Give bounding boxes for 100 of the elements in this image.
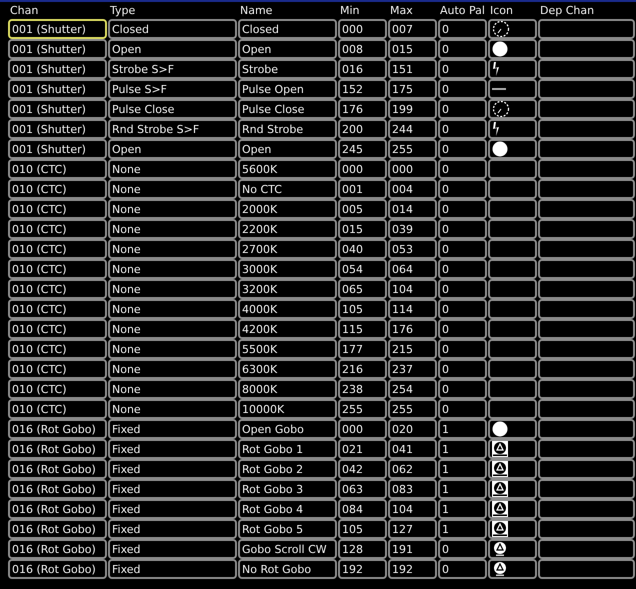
table-cell[interactable]: 199 [388, 99, 437, 119]
table-cell[interactable]: 010 (CTC) [8, 179, 107, 199]
table-cell[interactable]: 016 (Rot Gobo) [8, 499, 107, 519]
table-cell[interactable]: 001 (Shutter) [8, 119, 107, 139]
table-cell[interactable]: 0 [438, 199, 487, 219]
table-cell[interactable]: 244 [388, 119, 437, 139]
icon-cell[interactable] [488, 139, 537, 159]
table-cell[interactable] [538, 359, 635, 379]
table-cell[interactable]: 000 [338, 419, 387, 439]
table-cell[interactable]: 040 [338, 239, 387, 259]
table-cell[interactable]: 115 [338, 319, 387, 339]
table-cell[interactable]: 0 [438, 39, 487, 59]
icon-cell[interactable] [488, 419, 537, 439]
table-cell[interactable]: 016 (Rot Gobo) [8, 519, 107, 539]
table-cell[interactable]: Open [238, 139, 337, 159]
table-cell[interactable]: 016 (Rot Gobo) [8, 479, 107, 499]
table-cell[interactable]: 176 [388, 319, 437, 339]
table-cell[interactable]: None [108, 199, 237, 219]
icon-cell[interactable] [488, 519, 537, 539]
table-cell[interactable]: 10000K [238, 399, 337, 419]
table-cell[interactable] [538, 79, 635, 99]
table-cell[interactable] [538, 559, 635, 579]
table-cell[interactable]: None [108, 279, 237, 299]
table-cell[interactable]: 062 [388, 459, 437, 479]
table-cell[interactable]: 191 [388, 539, 437, 559]
table-cell[interactable]: 2000K [238, 199, 337, 219]
table-cell[interactable]: 216 [338, 359, 387, 379]
table-cell[interactable]: None [108, 379, 237, 399]
table-cell[interactable]: 016 (Rot Gobo) [8, 419, 107, 439]
table-cell[interactable]: 0 [438, 339, 487, 359]
table-cell[interactable]: None [108, 239, 237, 259]
table-cell[interactable]: 010 (CTC) [8, 299, 107, 319]
table-cell[interactable]: No Rot Gobo [238, 559, 337, 579]
table-cell[interactable]: 0 [438, 139, 487, 159]
table-cell[interactable]: Open Gobo [238, 419, 337, 439]
table-cell[interactable]: 1 [438, 419, 487, 439]
table-cell[interactable] [538, 39, 635, 59]
table-cell[interactable]: 0 [438, 239, 487, 259]
table-cell[interactable] [538, 99, 635, 119]
table-cell[interactable] [538, 219, 635, 239]
table-cell[interactable]: 001 (Shutter) [8, 139, 107, 159]
table-cell[interactable]: 5500K [238, 339, 337, 359]
table-cell[interactable]: None [108, 319, 237, 339]
table-cell[interactable]: 016 (Rot Gobo) [8, 439, 107, 459]
table-cell[interactable]: 010 (CTC) [8, 319, 107, 339]
table-cell[interactable]: 3200K [238, 279, 337, 299]
table-cell[interactable]: 053 [388, 239, 437, 259]
table-cell[interactable]: None [108, 359, 237, 379]
table-cell[interactable] [538, 19, 635, 39]
icon-cell[interactable] [488, 79, 537, 99]
table-cell[interactable]: Fixed [108, 519, 237, 539]
table-cell[interactable]: 000 [388, 159, 437, 179]
table-cell[interactable]: Rnd Strobe S>F [108, 119, 237, 139]
table-cell[interactable]: 010 (CTC) [8, 359, 107, 379]
table-cell[interactable]: 1 [438, 519, 487, 539]
table-cell[interactable]: None [108, 339, 237, 359]
table-cell[interactable] [538, 239, 635, 259]
table-cell[interactable]: 238 [338, 379, 387, 399]
icon-cell[interactable] [488, 99, 537, 119]
table-cell[interactable]: 4000K [238, 299, 337, 319]
table-cell[interactable]: 176 [338, 99, 387, 119]
table-cell[interactable]: 010 (CTC) [8, 279, 107, 299]
table-cell[interactable]: Rot Gobo 4 [238, 499, 337, 519]
table-cell[interactable]: 0 [438, 539, 487, 559]
table-cell[interactable] [538, 59, 635, 79]
icon-cell[interactable] [488, 299, 537, 319]
table-cell[interactable]: 254 [388, 379, 437, 399]
table-cell[interactable]: 200 [338, 119, 387, 139]
table-cell[interactable]: 015 [388, 39, 437, 59]
column-header[interactable]: Min [338, 4, 388, 17]
table-cell[interactable]: 020 [388, 419, 437, 439]
icon-cell[interactable] [488, 479, 537, 499]
table-cell[interactable]: 3000K [238, 259, 337, 279]
icon-cell[interactable] [488, 319, 537, 339]
column-header[interactable]: Name [238, 4, 338, 17]
icon-cell[interactable] [488, 539, 537, 559]
table-cell[interactable] [538, 299, 635, 319]
table-cell[interactable]: 192 [388, 559, 437, 579]
table-cell[interactable]: 063 [338, 479, 387, 499]
table-cell[interactable]: 1 [438, 439, 487, 459]
table-cell[interactable]: 192 [338, 559, 387, 579]
table-cell[interactable]: 255 [388, 139, 437, 159]
table-cell[interactable]: None [108, 219, 237, 239]
table-cell[interactable]: 016 [338, 59, 387, 79]
table-cell[interactable]: Fixed [108, 539, 237, 559]
table-cell[interactable]: 0 [438, 299, 487, 319]
table-cell[interactable]: 151 [388, 59, 437, 79]
icon-cell[interactable] [488, 279, 537, 299]
table-cell[interactable]: 0 [438, 379, 487, 399]
table-cell[interactable]: 2200K [238, 219, 337, 239]
table-cell[interactable]: 8000K [238, 379, 337, 399]
table-cell[interactable] [538, 499, 635, 519]
table-cell[interactable]: Fixed [108, 559, 237, 579]
icon-cell[interactable] [488, 559, 537, 579]
table-cell[interactable]: No CTC [238, 179, 337, 199]
table-cell[interactable]: 6300K [238, 359, 337, 379]
table-cell[interactable]: None [108, 299, 237, 319]
table-cell[interactable]: 105 [338, 519, 387, 539]
icon-cell[interactable] [488, 239, 537, 259]
table-cell[interactable]: Pulse S>F [108, 79, 237, 99]
